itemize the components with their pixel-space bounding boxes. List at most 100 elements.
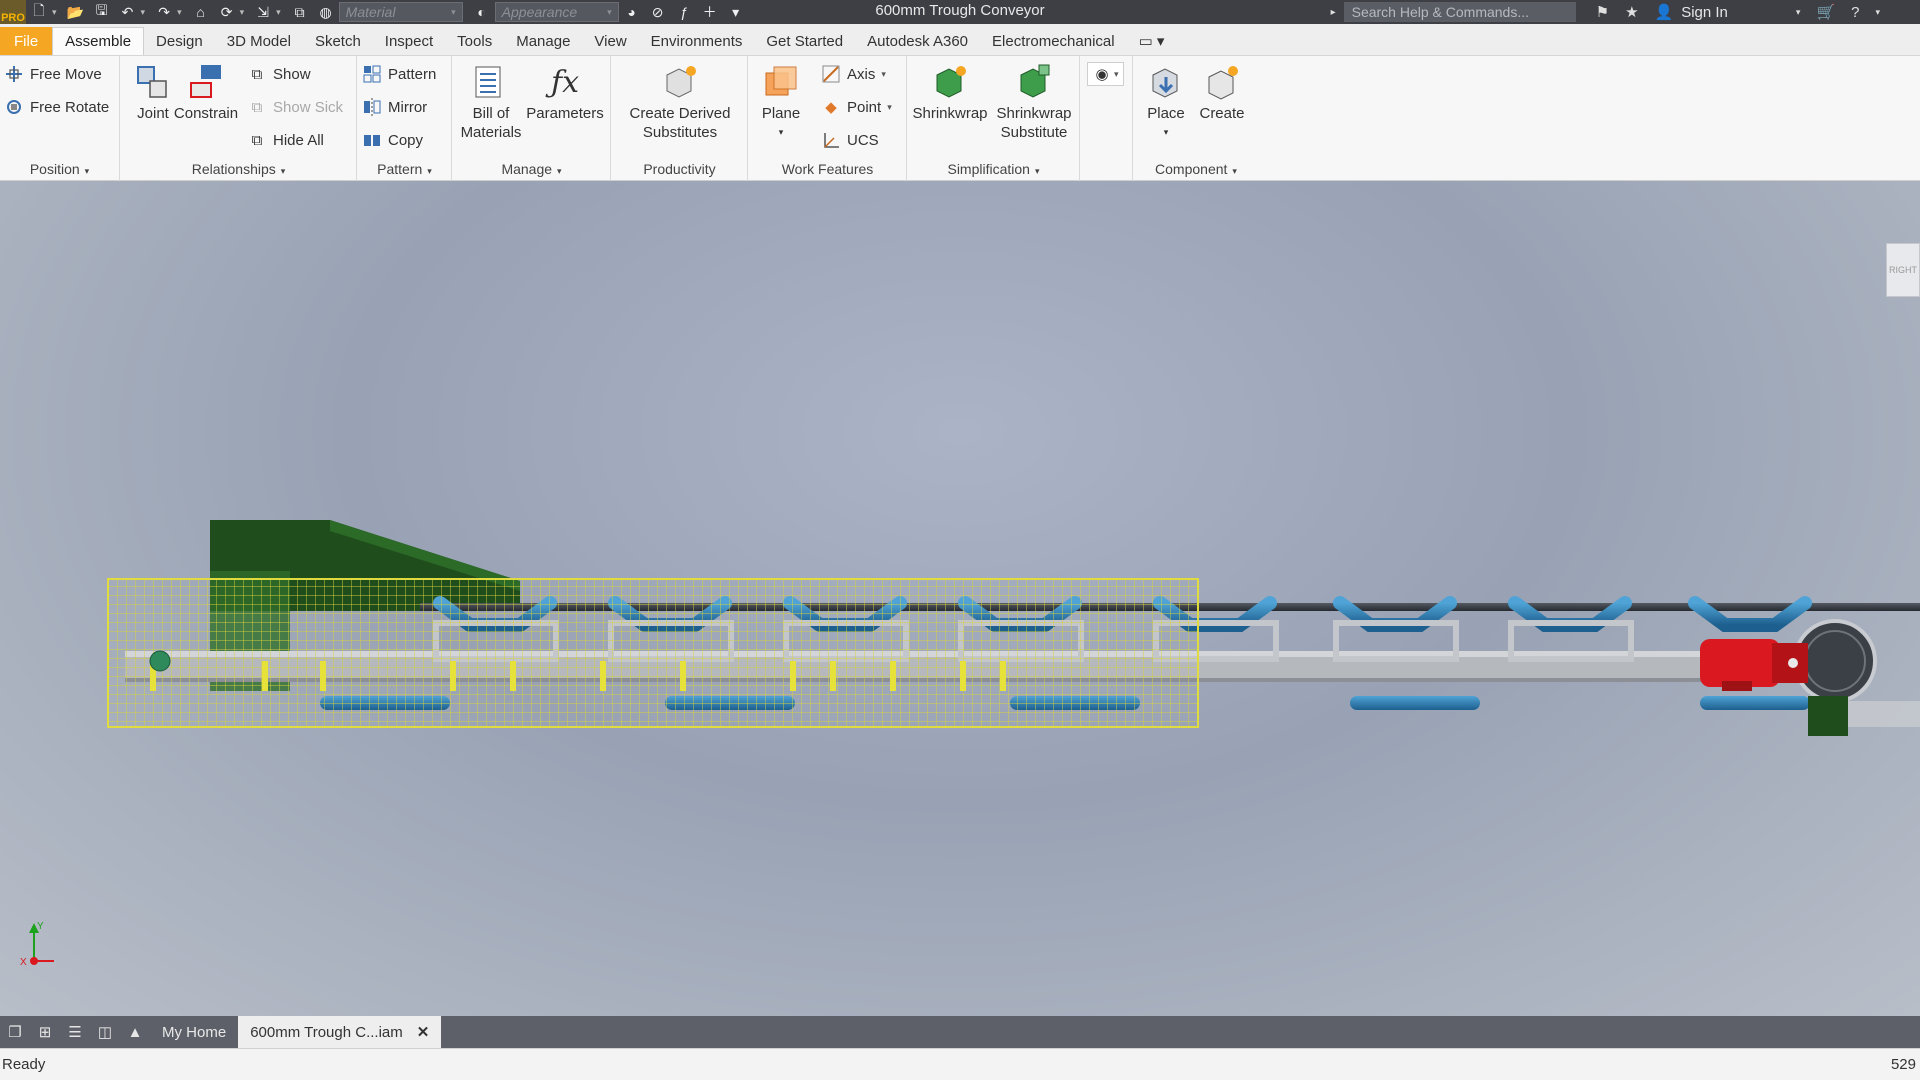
tab-electromechanical[interactable]: Electromechanical: [980, 27, 1127, 55]
panel-work-features: Plane ▾ Axis ▾ ◆ Point ▾ UCS Work Features: [749, 56, 907, 181]
document-list-arrow-icon[interactable]: ▲: [120, 1024, 150, 1041]
new-dropdown-icon[interactable]: ▾: [52, 7, 57, 18]
axis-button[interactable]: Axis ▾: [821, 62, 886, 86]
help-dropdown-icon[interactable]: ▾: [1875, 7, 1880, 18]
appearance-combo-text: Appearance: [501, 4, 578, 20]
parameters-button[interactable]: ƒx Parameters: [523, 62, 607, 123]
tab-manage[interactable]: Manage: [504, 27, 582, 55]
tab-assemble[interactable]: Assemble: [52, 27, 145, 55]
tab-environments[interactable]: Environments: [639, 27, 755, 55]
redo-dropdown-icon[interactable]: ▾: [177, 7, 182, 18]
tile-windows-icon[interactable]: ⊞: [30, 1023, 60, 1041]
tail-pulley[interactable]: [149, 650, 171, 672]
select-dropdown-icon[interactable]: ▾: [276, 7, 281, 18]
globe-icon[interactable]: ◍: [315, 3, 337, 21]
drive-bracket[interactable]: [1808, 696, 1920, 736]
extra-dropdown-button[interactable]: ◉ ▾: [1087, 62, 1124, 86]
undo-icon[interactable]: ↶: [117, 3, 139, 21]
material-combo[interactable]: Material ▾: [338, 2, 463, 22]
document-tab-bar: ❐ ⊞ ☰ ◫ ▲ My Home 600mm Trough C...iam ✕: [0, 1016, 1920, 1048]
joint-button[interactable]: Joint: [127, 62, 179, 123]
customize-dropdown-icon[interactable]: ▾: [725, 3, 747, 21]
panel-label-relationships[interactable]: Relationships ▾: [121, 161, 356, 177]
copy-button[interactable]: Copy: [362, 128, 423, 152]
shrinkwrap-substitute-button[interactable]: Shrinkwrap Substitute: [992, 62, 1076, 142]
pattern-button[interactable]: Pattern: [362, 62, 436, 86]
drive-motor[interactable]: [1700, 639, 1808, 691]
ribbon-options-toggle[interactable]: ▭ ▾: [1127, 27, 1177, 55]
tab-view[interactable]: View: [582, 27, 638, 55]
mirror-button[interactable]: Mirror: [362, 95, 427, 119]
show-sick-button[interactable]: ⧉ Show Sick: [247, 95, 343, 119]
panel-productivity: Create Derived Substitutes Productivity: [612, 56, 748, 181]
shrinkwrap-button[interactable]: Shrinkwrap: [910, 62, 990, 123]
tab-design[interactable]: Design: [144, 27, 215, 55]
free-rotate-button[interactable]: Free Rotate: [4, 95, 109, 119]
doc-tab-my-home[interactable]: My Home: [150, 1016, 238, 1048]
exchange-icon[interactable]: ⚑: [1596, 3, 1609, 21]
home-icon[interactable]: ⌂: [190, 3, 212, 21]
update-dropdown-icon[interactable]: ▾: [240, 7, 245, 18]
adjust-appearance-icon[interactable]: ◕: [621, 3, 643, 21]
tab-file[interactable]: File: [0, 27, 53, 55]
panel-label-component[interactable]: Component ▾: [1134, 161, 1258, 177]
tab-sketch[interactable]: Sketch: [303, 27, 373, 55]
help-icon[interactable]: ?: [1851, 4, 1859, 21]
cart-icon[interactable]: 🛒: [1816, 3, 1835, 21]
panel-label-position[interactable]: Position ▾: [0, 161, 119, 177]
plus-icon[interactable]: ＋: [699, 3, 721, 21]
update-icon[interactable]: ⟳: [216, 3, 238, 21]
bill-of-materials-button[interactable]: Bill of Materials: [455, 62, 527, 142]
panel-label-simplification[interactable]: Simplification ▾: [908, 161, 1079, 177]
sign-in-link[interactable]: Sign In: [1681, 4, 1728, 21]
panel-label-pattern[interactable]: Pattern ▾: [358, 161, 451, 177]
search-input[interactable]: Search Help & Commands...: [1343, 2, 1576, 22]
create-button[interactable]: Create: [1194, 62, 1250, 123]
tab-autodesk-a360[interactable]: Autodesk A360: [855, 27, 980, 55]
doc-tab-active-label: 600mm Trough C...iam: [250, 1023, 403, 1041]
constrain-button[interactable]: Constrain: [173, 62, 239, 123]
redo-icon[interactable]: ↷: [153, 3, 175, 21]
free-move-button[interactable]: Free Move: [4, 62, 102, 86]
cds-label-line2: Substitutes: [642, 124, 718, 141]
panel-label-manage[interactable]: Manage ▾: [453, 161, 610, 177]
tab-inspect[interactable]: Inspect: [373, 27, 445, 55]
create-derived-substitutes-button[interactable]: Create Derived Substitutes: [616, 62, 744, 142]
safety-guard-mesh[interactable]: [107, 578, 1199, 728]
appearance-combo[interactable]: Appearance ▾: [494, 2, 619, 22]
close-icon[interactable]: ✕: [417, 1023, 430, 1041]
triad-y-label: Y: [37, 921, 44, 932]
new-file-icon[interactable]: 🗋: [28, 2, 50, 21]
measure-icon[interactable]: ⧉: [289, 3, 311, 21]
tab-tools[interactable]: Tools: [445, 27, 504, 55]
tile-vertical-icon[interactable]: ◫: [90, 1023, 120, 1041]
pattern-label: Pattern: [388, 65, 437, 83]
tile-horizontal-icon[interactable]: ☰: [60, 1023, 90, 1041]
sign-in-dropdown-icon[interactable]: ▾: [1796, 7, 1801, 18]
plane-button[interactable]: Plane ▾: [753, 62, 809, 142]
select-icon[interactable]: ⇲: [252, 3, 274, 21]
point-button[interactable]: ◆ Point ▾: [821, 95, 892, 119]
undo-dropdown-icon[interactable]: ▾: [141, 7, 146, 18]
triad-x-label: X: [20, 957, 27, 968]
clear-appearance-icon[interactable]: ⊘: [647, 3, 669, 21]
hide-all-button[interactable]: ⧉ Hide All: [247, 128, 324, 152]
shrinkwrap-label: Shrinkwrap: [912, 105, 988, 122]
ucs-button[interactable]: UCS: [821, 128, 879, 152]
tab-3d-model[interactable]: 3D Model: [215, 27, 303, 55]
cascade-windows-icon[interactable]: ❐: [0, 1023, 30, 1041]
parameters-label: Parameters: [526, 105, 604, 122]
panel-extra: ◉ ▾: [1081, 56, 1133, 181]
material-combo-text: Material: [345, 4, 396, 20]
tab-get-started[interactable]: Get Started: [754, 27, 855, 55]
doc-tab-active[interactable]: 600mm Trough C...iam ✕: [238, 1016, 442, 1048]
place-button[interactable]: Place ▾: [1138, 62, 1194, 142]
fx-icon[interactable]: ƒ: [673, 3, 695, 21]
save-icon[interactable]: 🖫: [91, 2, 113, 21]
favorites-icon[interactable]: ★: [1625, 3, 1638, 21]
show-button[interactable]: ⧉ Show: [247, 62, 311, 86]
open-folder-icon[interactable]: 📂: [65, 3, 87, 21]
graphics-viewport[interactable]: RIGHT X Y: [0, 181, 1920, 1016]
expand-arrow-icon[interactable]: ▸: [1331, 7, 1336, 18]
conveyor-model[interactable]: [0, 181, 1920, 1016]
